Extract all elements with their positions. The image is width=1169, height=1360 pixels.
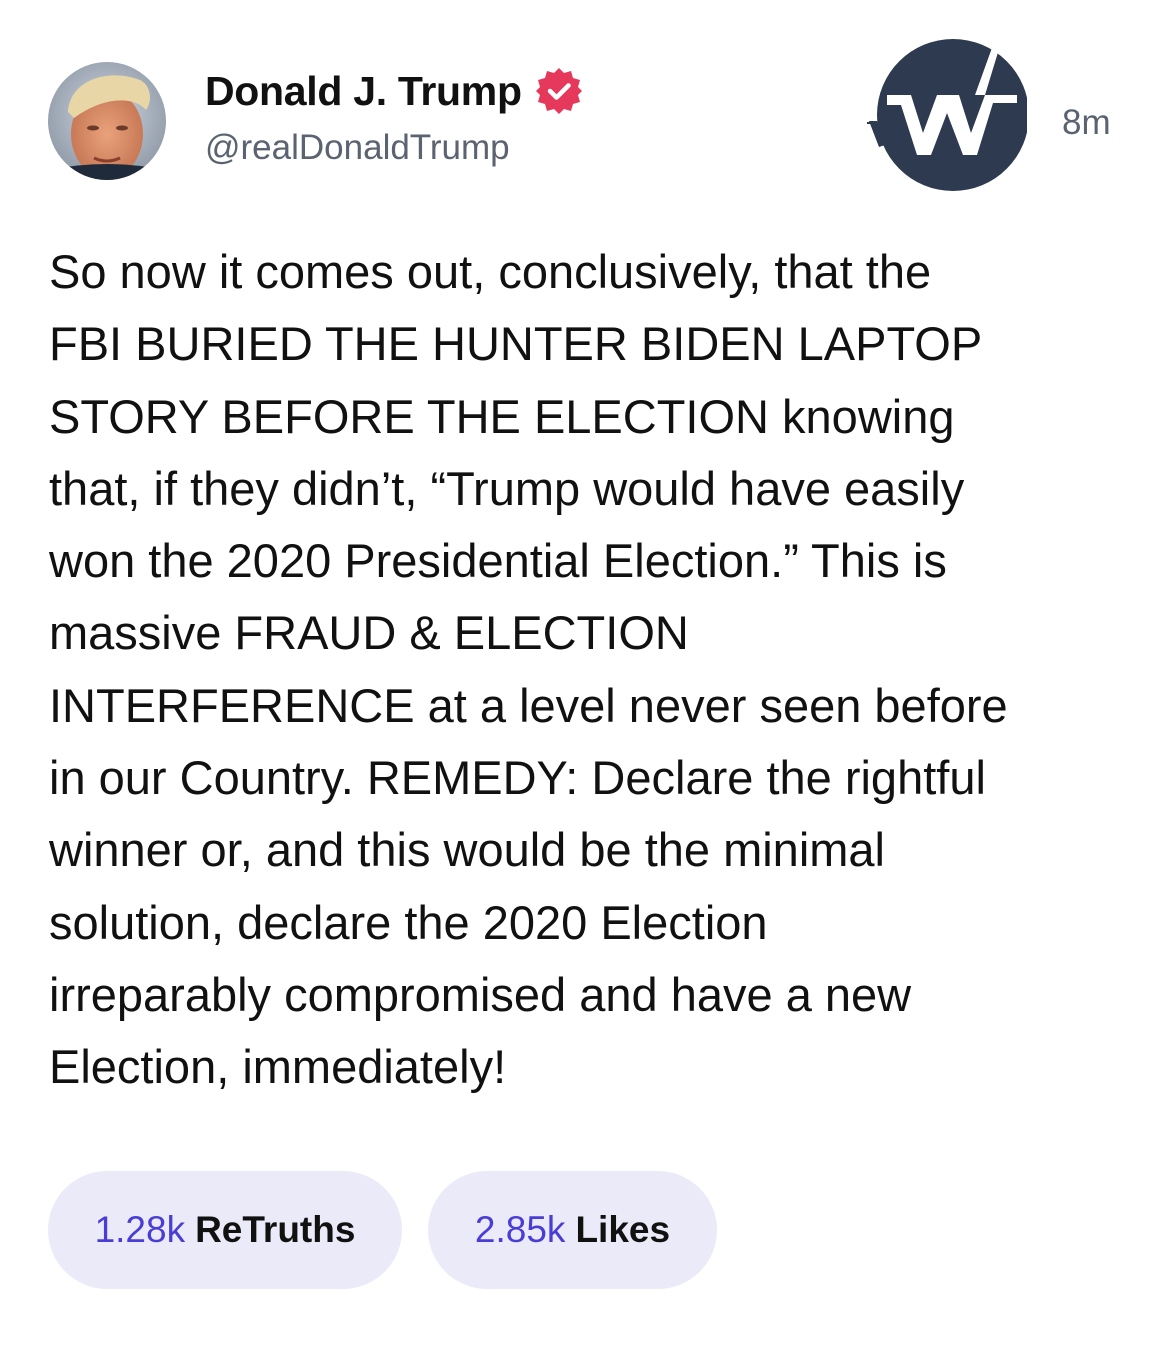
likes-button[interactable]: 2.85k Likes	[428, 1171, 717, 1289]
truth-post: Donald J. Trump @realDonaldTrump 8m So n…	[0, 0, 1169, 1360]
post-body-line: irreparably compromised and have a new	[49, 967, 912, 1021]
likes-label: Likes	[575, 1209, 671, 1250]
author-name-row: Donald J. Trump	[205, 66, 584, 116]
author-handle[interactable]: @realDonaldTrump	[205, 128, 510, 168]
post-body-line: solution, declare the 2020 Election	[49, 895, 768, 949]
post-body: So now it comes out, conclusively, that …	[49, 236, 1134, 1104]
post-timestamp: 8m	[1062, 103, 1111, 142]
post-body-line: winner or, and this would be the minimal	[49, 823, 885, 877]
post-body-line: So now it comes out, conclusively, that …	[49, 245, 932, 298]
post-body-line: FBI BURIED THE HUNTER BIDEN LAPTOP	[49, 317, 983, 371]
likes-count: 2.85k	[474, 1209, 566, 1250]
profile-avatar[interactable]	[48, 62, 166, 180]
truth-social-w-logo	[867, 35, 1029, 195]
retruths-button[interactable]: 1.28k ReTruths	[48, 1171, 402, 1289]
post-body-line: massive FRAUD & ELECTION	[49, 606, 689, 660]
author-display-name[interactable]: Donald J. Trump	[205, 68, 522, 115]
post-body-line: that, if they didn’t, “Trump would have …	[49, 461, 965, 515]
verified-badge-icon	[534, 66, 584, 116]
post-body-line: INTERFERENCE at a level never seen befor…	[49, 678, 1008, 732]
post-body-line: in our Country. REMEDY: Declare the righ…	[49, 751, 986, 805]
retruths-count: 1.28k	[94, 1209, 186, 1250]
retruths-label: ReTruths	[195, 1209, 356, 1250]
post-body-line: won the 2020 Presidential Election.” Thi…	[49, 534, 947, 588]
post-body-line: STORY BEFORE THE ELECTION knowing	[49, 389, 955, 443]
post-body-line: Election, immediately!	[49, 1040, 507, 1094]
